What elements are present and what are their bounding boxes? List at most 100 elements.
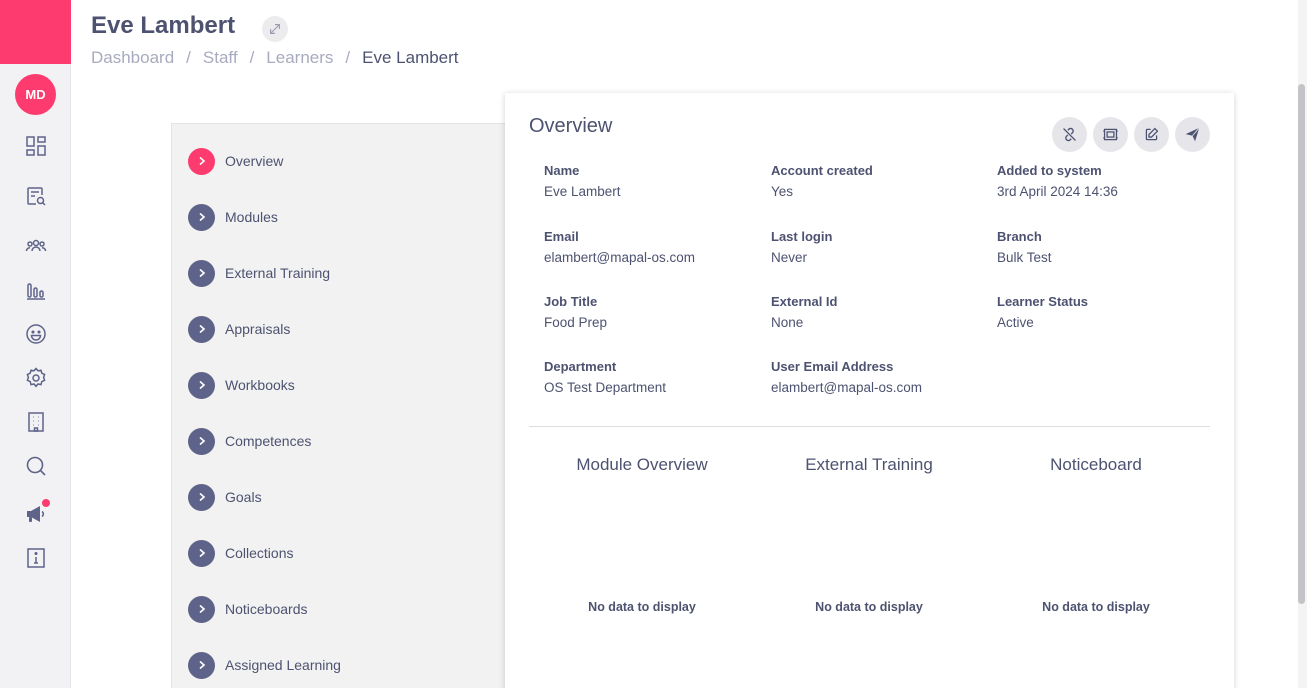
field-user-email-address: User Email Address elambert@mapal-os.com (771, 359, 991, 395)
smiley-icon[interactable] (23, 321, 49, 347)
chevron-right-icon (188, 203, 215, 231)
menu-item-assigned-learning[interactable]: Assigned Learning (188, 650, 341, 680)
field-label: Name (544, 163, 580, 178)
field-label: Department (544, 359, 617, 374)
menu-item-overview[interactable]: Overview (188, 146, 283, 176)
field-value: Never (771, 250, 808, 265)
content-search-icon[interactable] (23, 183, 49, 209)
noticeboard-empty: No data to display (1042, 600, 1150, 614)
user-avatar[interactable]: MD (15, 74, 56, 115)
field-value: Yes (771, 184, 794, 199)
external-training-empty: No data to display (815, 600, 923, 614)
menu-item-label: Goals (225, 489, 262, 505)
dashboard-icon[interactable] (23, 133, 49, 159)
field-value: Active (997, 315, 1034, 330)
edit-icon (1145, 127, 1159, 141)
unlink-button[interactable] (1052, 117, 1087, 152)
field-value: elambert@mapal-os.com (544, 250, 696, 265)
field-branch: Branch Bulk Test (997, 229, 1217, 265)
overview-actions (1052, 117, 1210, 152)
id-card-button[interactable] (1093, 117, 1128, 152)
field-label: Learner Status (997, 294, 1089, 309)
overview-card: Overview Name Eve Lambert Account create… (505, 93, 1234, 688)
menu-item-label: External Training (225, 265, 331, 281)
field-value: None (771, 315, 804, 330)
field-department: Department OS Test Department (544, 359, 764, 395)
breadcrumb-dashboard[interactable]: Dashboard (91, 48, 174, 68)
breadcrumb-staff[interactable]: Staff (203, 48, 238, 68)
reports-icon[interactable] (23, 277, 49, 303)
chevron-right-icon (188, 259, 215, 287)
page-title: Eve Lambert (91, 12, 236, 39)
menu-item-label: Appraisals (225, 321, 291, 337)
settings-icon[interactable] (23, 365, 49, 391)
field-label: External Id (771, 294, 838, 309)
menu-item-label: Assigned Learning (225, 657, 341, 673)
people-icon[interactable] (23, 233, 49, 259)
overview-title: Overview (529, 115, 613, 137)
field-value: Bulk Test (997, 250, 1052, 265)
field-value: elambert@mapal-os.com (771, 380, 923, 395)
menu-item-workbooks[interactable]: Workbooks (188, 370, 295, 400)
field-added-to-system: Added to system 3rd April 2024 14:36 (997, 163, 1217, 199)
megaphone-icon[interactable] (23, 499, 50, 527)
menu-item-goals[interactable]: Goals (188, 482, 262, 512)
menu-item-modules[interactable]: Modules (188, 202, 278, 232)
module-overview-title: Module Overview (576, 455, 708, 474)
expand-icon (270, 24, 280, 34)
scrollbar-thumb[interactable] (1298, 84, 1305, 604)
divider (529, 426, 1210, 427)
brand-logo[interactable] (0, 0, 71, 64)
field-value: 3rd April 2024 14:36 (997, 184, 1118, 199)
external-training-title: External Training (805, 455, 933, 474)
id-card-icon (1103, 128, 1118, 141)
edit-button[interactable] (1134, 117, 1169, 152)
breadcrumb: Dashboard / Staff / Learners / Eve Lambe… (91, 48, 459, 68)
field-account-created: Account created Yes (771, 163, 991, 199)
menu-item-label: Modules (225, 209, 278, 225)
field-job-title: Job Title Food Prep (544, 294, 764, 330)
field-name: Name Eve Lambert (544, 163, 764, 199)
chevron-right-icon (188, 539, 215, 567)
noticeboard-title: Noticeboard (1050, 455, 1142, 474)
field-external-id: External Id None (771, 294, 991, 330)
menu-item-collections[interactable]: Collections (188, 538, 293, 568)
page-scrollbar[interactable] (1298, 0, 1307, 688)
menu-item-label: Workbooks (225, 377, 295, 393)
expand-button[interactable] (262, 16, 288, 42)
send-icon (1185, 127, 1200, 142)
left-rail: MD (0, 0, 71, 688)
chevron-right-icon (188, 315, 215, 343)
field-last-login: Last login Never (771, 229, 991, 265)
field-label: User Email Address (771, 359, 894, 374)
breadcrumb-separator: / (249, 48, 255, 67)
notification-dot (42, 499, 50, 507)
field-label: Account created (771, 163, 873, 178)
module-overview-empty: No data to display (588, 600, 696, 614)
send-button[interactable] (1175, 117, 1210, 152)
menu-item-noticeboards[interactable]: Noticeboards (188, 594, 308, 624)
breadcrumb-current: Eve Lambert (362, 48, 459, 67)
breadcrumb-learners[interactable]: Learners (266, 48, 333, 68)
info-icon[interactable] (23, 545, 49, 571)
chevron-right-icon (188, 427, 215, 455)
building-icon[interactable] (23, 409, 49, 435)
menu-item-appraisals[interactable]: Appraisals (188, 314, 290, 344)
chevron-right-icon (188, 483, 215, 511)
search-icon[interactable] (23, 453, 49, 479)
field-label: Added to system (997, 163, 1102, 178)
chevron-right-icon (188, 651, 215, 679)
field-value: Eve Lambert (544, 184, 621, 199)
menu-item-label: Overview (225, 153, 284, 169)
breadcrumb-separator: / (186, 48, 191, 67)
menu-item-label: Collections (225, 545, 294, 561)
unlink-icon (1063, 127, 1076, 142)
menu-item-external-training[interactable]: External Training (188, 258, 330, 288)
menu-item-competences[interactable]: Competences (188, 426, 311, 456)
menu-item-label: Noticeboards (225, 601, 308, 617)
field-label: Email (544, 229, 579, 244)
field-value: OS Test Department (544, 380, 667, 395)
field-email: Email elambert@mapal-os.com (544, 229, 764, 265)
chevron-right-icon (188, 147, 215, 175)
menu-item-label: Competences (225, 433, 312, 449)
